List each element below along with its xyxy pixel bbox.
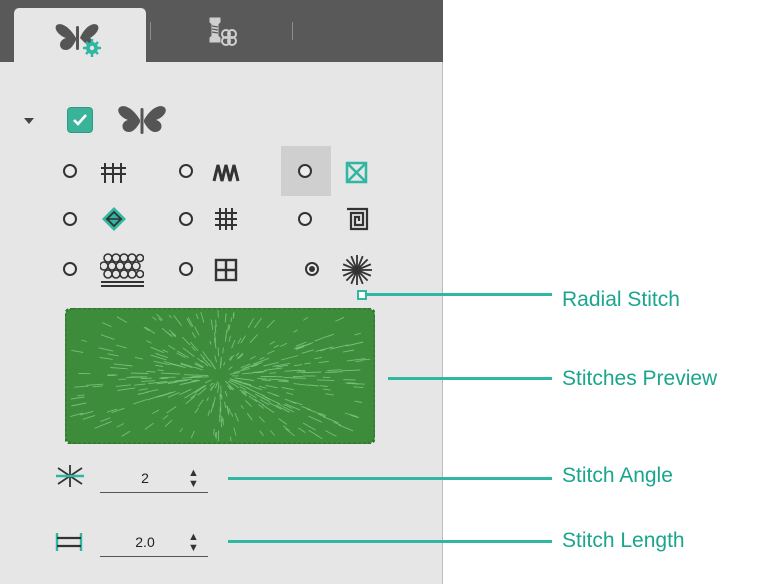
tab-bar — [0, 0, 443, 64]
stitch-angle-down-arrow[interactable]: ▼ — [188, 479, 199, 490]
stitch-type-radio[interactable] — [179, 212, 193, 226]
grid-fill-stitch-icon[interactable] — [212, 256, 240, 284]
stitch-type-radio-selected[interactable] — [305, 262, 319, 276]
stitch-length-up-arrow[interactable]: ▲ — [188, 532, 199, 543]
stitch-length-label: Stitch Length — [562, 529, 685, 552]
cross-box-stitch-icon[interactable] — [343, 159, 371, 187]
tab-butterfly-properties[interactable] — [14, 8, 146, 64]
spiral-stitch-icon[interactable] — [343, 205, 371, 233]
tab-separator — [150, 22, 151, 40]
tab-separator — [292, 22, 293, 40]
stitch-type-radio[interactable] — [298, 164, 312, 178]
length-icon — [55, 533, 83, 551]
callout-line — [367, 293, 552, 296]
callout-line — [388, 377, 552, 380]
stitch-type-radio[interactable] — [179, 164, 193, 178]
stitch-type-radio[interactable] — [298, 212, 312, 226]
radial-stitch-label: Radial Stitch — [562, 288, 680, 311]
checkmark-icon — [73, 114, 87, 126]
stitch-type-radio[interactable] — [63, 164, 77, 178]
callout-marker — [357, 290, 367, 300]
stitch-length-down-arrow[interactable]: ▼ — [188, 543, 199, 554]
stitches-preview-label: Stitches Preview — [562, 367, 718, 390]
stitch-angle-up-arrow[interactable]: ▲ — [188, 468, 199, 479]
callout-line — [228, 540, 552, 543]
stitch-type-radio[interactable] — [63, 262, 77, 276]
zigzag-stitch-icon[interactable] — [212, 159, 240, 187]
collapse-arrow-icon[interactable] — [23, 117, 35, 125]
stitch-type-radio[interactable] — [63, 212, 77, 226]
motif-fill-stitch-icon[interactable] — [100, 252, 144, 288]
stitch-angle-underline — [100, 492, 208, 493]
radial-stitch-icon[interactable] — [340, 253, 374, 287]
stitch-length-underline — [100, 556, 208, 557]
satin-run-stitch-icon[interactable] — [100, 159, 128, 187]
stitches-preview — [65, 308, 375, 444]
properties-panel: 2 ▲ ▼ 2.0 ▲ ▼ — [0, 0, 443, 584]
diamond-fill-stitch-icon[interactable] — [100, 205, 128, 233]
tab-thread-colors[interactable] — [190, 12, 250, 52]
stitch-angle-label: Stitch Angle — [562, 464, 673, 487]
weave-fill-stitch-icon[interactable] — [212, 205, 240, 233]
stitch-type-radio[interactable] — [179, 262, 193, 276]
butterfly-gear-icon — [55, 24, 101, 57]
angle-icon — [56, 465, 84, 487]
stitch-angle-value[interactable]: 2 — [115, 470, 175, 486]
butterfly-icon — [118, 106, 166, 134]
callout-line — [228, 477, 552, 480]
stitch-length-value[interactable]: 2.0 — [115, 534, 175, 550]
thread-spools-icon — [209, 17, 237, 46]
object-enabled-checkbox[interactable] — [67, 107, 93, 133]
